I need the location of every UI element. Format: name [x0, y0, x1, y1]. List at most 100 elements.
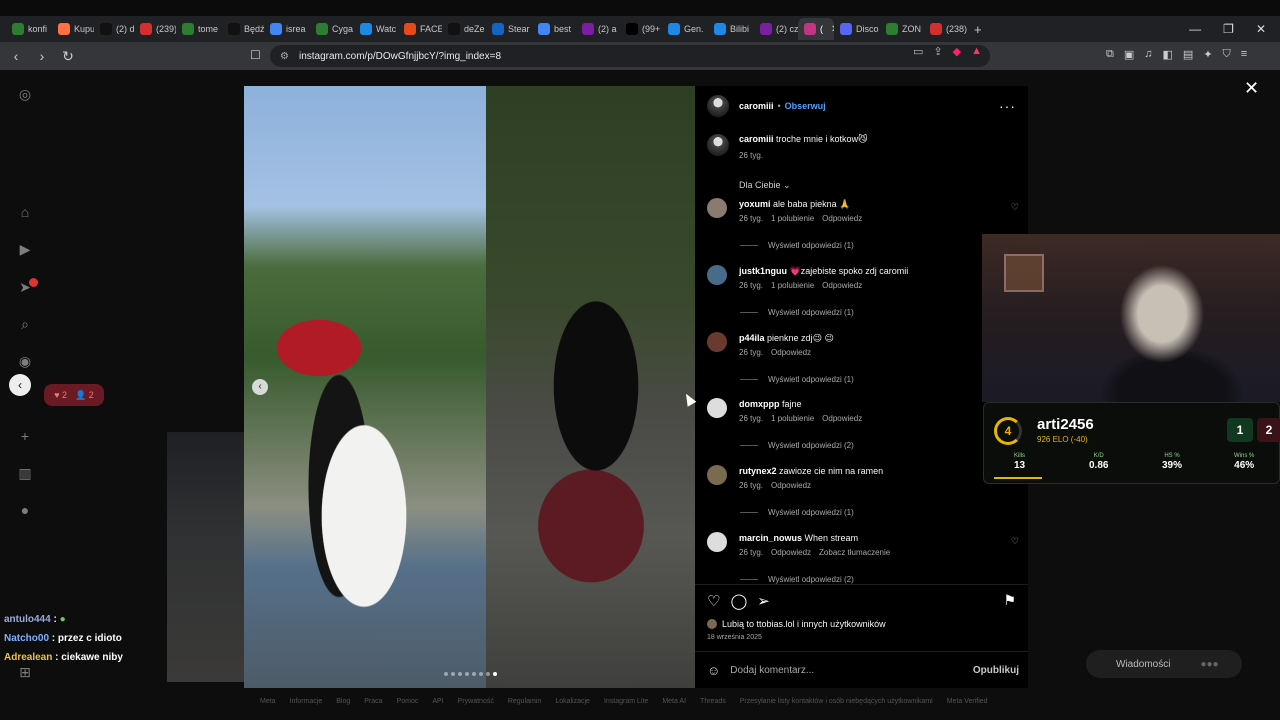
footer-link[interactable]: Regulamin — [508, 698, 541, 705]
carousel-back-icon[interactable]: ‹ — [9, 374, 31, 396]
profile-icon[interactable]: ● — [17, 502, 33, 518]
browser-tab[interactable]: Kupu — [52, 18, 94, 40]
home-icon[interactable]: ⌂ — [17, 204, 33, 220]
reply-button[interactable]: Odpowiedz — [771, 548, 811, 557]
leo-ai-icon[interactable]: ✦ — [1203, 48, 1212, 61]
avatar[interactable] — [707, 265, 727, 285]
browser-tab[interactable]: Disco — [834, 18, 880, 40]
forward-icon[interactable]: › — [32, 48, 52, 64]
comment-username[interactable]: yoxumi — [739, 199, 771, 209]
browser-tab[interactable]: Gen. — [662, 18, 708, 40]
brave-shield-icon[interactable]: ◆ — [953, 45, 961, 58]
emoji-icon[interactable]: ☺ — [707, 663, 720, 678]
avatar[interactable] — [707, 532, 727, 552]
messages-button[interactable]: Wiadomości ●●● — [1086, 650, 1242, 678]
wallet-icon[interactable]: ▤ — [1183, 48, 1193, 61]
likes-line[interactable]: Lubią to ttobias.lol i innych użytkownik… — [707, 619, 886, 629]
browser-tab[interactable]: Stear — [486, 18, 532, 40]
menu-icon[interactable]: ≡ — [1241, 48, 1247, 61]
view-replies-button[interactable]: Wyświetl odpowiedzi (1) — [740, 375, 854, 384]
instagram-logo-icon[interactable]: ◎ — [17, 86, 33, 102]
reload-icon[interactable]: ↻ — [58, 48, 78, 65]
sidebar-icon[interactable]: ▣ — [1124, 48, 1134, 61]
browser-tab[interactable]: (238) — [924, 18, 968, 40]
more-options-icon[interactable]: ··· — [999, 98, 1016, 114]
previous-image-icon[interactable]: ‹ — [252, 379, 268, 395]
view-replies-button[interactable]: Wyświetl odpowiedzi (2) — [740, 575, 854, 584]
comment-like-icon[interactable]: ♡ — [1011, 202, 1019, 213]
screen-cast-icon[interactable]: ▭ — [913, 45, 923, 58]
close-window-icon[interactable]: ✕ — [1256, 22, 1266, 36]
notification-pill[interactable]: ♥ 2 👤 2 — [44, 384, 104, 406]
browser-tab[interactable]: (2) dw — [94, 18, 134, 40]
vpn-icon[interactable]: ⛉ — [1223, 48, 1231, 61]
browser-tab[interactable]: isrea — [264, 18, 310, 40]
extensions-icon[interactable]: ⧉ — [1106, 48, 1114, 61]
comment-username[interactable]: marcin_nowus — [739, 533, 802, 543]
footer-link[interactable]: Blog — [336, 698, 350, 705]
browser-tab[interactable]: FACE — [398, 18, 442, 40]
dashboard-icon[interactable]: ▥ — [17, 465, 33, 481]
create-icon[interactable]: + — [17, 428, 33, 444]
avatar[interactable] — [707, 332, 727, 352]
comment-username[interactable]: p44ila — [739, 333, 765, 343]
save-icon[interactable]: ⚑ — [1003, 592, 1016, 609]
explore-icon[interactable]: ◉ — [17, 353, 33, 369]
author-username[interactable]: caromiii — [739, 101, 774, 111]
comment-likes[interactable]: 1 polubienie — [771, 414, 814, 423]
maximize-icon[interactable]: ❐ — [1223, 22, 1234, 36]
comment-icon[interactable]: ◯ — [730, 592, 747, 610]
browser-tab[interactable]: Bilibi — [708, 18, 754, 40]
comment-likes[interactable]: 1 polubienie — [771, 214, 814, 223]
avatar[interactable] — [707, 465, 727, 485]
comment-likes[interactable]: 1 polubienie — [771, 281, 814, 290]
media-icon[interactable]: ♫ — [1144, 48, 1152, 61]
view-replies-button[interactable]: Wyświetl odpowiedzi (1) — [740, 508, 854, 517]
browser-tab[interactable]: konfi — [6, 18, 52, 40]
share-icon[interactable]: ⇪ — [933, 45, 942, 58]
address-bar[interactable]: ⚙ instagram.com/p/DOwGfnjjbcY/?img_index… — [270, 45, 990, 67]
browser-tab[interactable]: Watc — [354, 18, 398, 40]
footer-link[interactable]: API — [432, 698, 443, 705]
comment-username[interactable]: rutynex2 — [739, 466, 777, 476]
avatar[interactable] — [707, 95, 729, 117]
footer-link[interactable]: Praca — [364, 698, 382, 705]
avatar[interactable] — [707, 198, 727, 218]
comment-input[interactable]: Dodaj komentarz... — [730, 665, 814, 676]
post-comment-button[interactable]: Opublikuj — [973, 665, 1019, 676]
browser-tab[interactable]: (2) a — [576, 18, 620, 40]
comment-username[interactable]: domxppp — [739, 399, 780, 409]
footer-link[interactable]: Threads — [700, 698, 726, 705]
browser-tab[interactable]: ZON — [880, 18, 924, 40]
footer-link[interactable]: Informacje — [290, 698, 323, 705]
comment-like-icon[interactable]: ♡ — [1011, 536, 1019, 547]
close-icon[interactable]: ✕ — [1244, 78, 1259, 99]
footer-link[interactable]: Pomoc — [397, 698, 419, 705]
view-replies-button[interactable]: Wyświetl odpowiedzi (1) — [740, 308, 854, 317]
browser-tab[interactable]: Będź — [222, 18, 264, 40]
caption-username[interactable]: caromiii — [739, 134, 774, 144]
footer-link[interactable]: Meta — [260, 698, 276, 705]
follow-button[interactable]: Obserwuj — [785, 101, 826, 111]
bookmark-icon[interactable]: ☐ — [250, 48, 261, 62]
back-icon[interactable]: ‹ — [6, 48, 26, 64]
share-icon[interactable]: ➢ — [757, 592, 770, 610]
see-translation-button[interactable]: Zobacz tłumaczenie — [819, 548, 890, 557]
footer-link[interactable]: Przesyłanie listy kontaktów i osób niebę… — [740, 698, 933, 705]
site-info-icon[interactable]: ⚙ — [280, 51, 289, 62]
reply-button[interactable]: Odpowiedz — [771, 348, 811, 357]
footer-link[interactable]: Lokalizacje — [555, 698, 590, 705]
brave-rewards-icon[interactable]: ▲ — [971, 45, 982, 58]
browser-tab[interactable]: (239) — [134, 18, 176, 40]
new-tab-button[interactable]: + — [968, 18, 988, 40]
browser-tab[interactable]: best — [532, 18, 576, 40]
avatar[interactable] — [707, 398, 727, 418]
like-icon[interactable]: ♡ — [707, 592, 720, 610]
comment-username[interactable]: justk1nguu — [739, 266, 787, 276]
comment-filter-dropdown[interactable]: Dla Ciebie ⌄ — [739, 180, 791, 191]
footer-link[interactable]: Instagram Lite — [604, 698, 648, 705]
reply-button[interactable]: Odpowiedz — [771, 481, 811, 490]
footer-link[interactable]: Prywatność — [458, 698, 494, 705]
minimize-icon[interactable]: — — [1189, 22, 1201, 36]
browser-tab[interactable]: (99+ — [620, 18, 662, 40]
